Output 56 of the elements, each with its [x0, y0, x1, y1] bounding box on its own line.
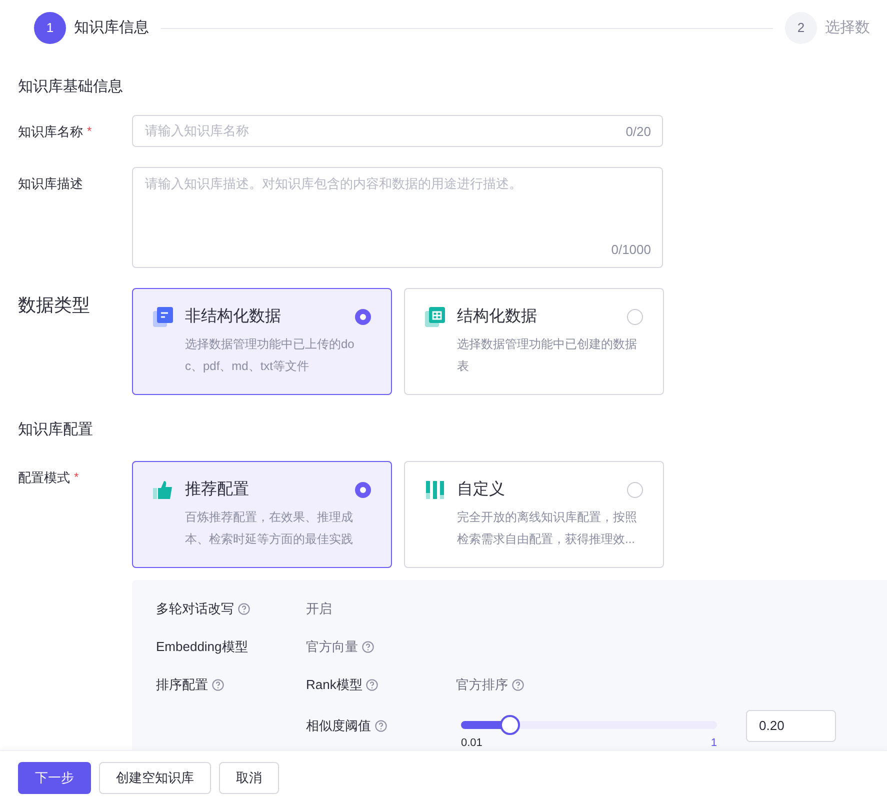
option-title: 结构化数据 [457, 306, 538, 326]
help-icon[interactable] [238, 603, 250, 615]
field-label: 配置模式 [18, 469, 70, 487]
slider[interactable] [461, 715, 717, 735]
required-mark: * [74, 469, 79, 486]
section-title: 知识库配置 [18, 420, 94, 440]
setting-label: 排序配置 [156, 676, 208, 694]
slider-thumb[interactable] [500, 715, 520, 735]
option-card[interactable]: 自定义 完全开放的离线知识库配置，按照检索需求自由配置，获得推理效... [404, 461, 664, 568]
radio-unchecked[interactable] [627, 482, 643, 498]
section-title: 知识库基础信息 [18, 77, 124, 97]
option-card[interactable]: 推荐配置 百炼推荐配置，在效果、推理成本、检索时延等方面的最佳实践 [132, 461, 392, 568]
setting-label: 相似度阈值 [306, 717, 371, 736]
step-number: 2 [785, 12, 817, 44]
option-description: 百炼推荐配置，在效果、推理成本、检索时延等方面的最佳实践 [185, 509, 354, 548]
radio-checked[interactable] [355, 482, 371, 498]
slider-min: 0.01 [461, 737, 482, 750]
document-icon [153, 306, 173, 326]
footer-button[interactable]: 创建空知识库 [99, 762, 211, 794]
help-icon[interactable] [375, 720, 387, 732]
option-title: 自定义 [457, 480, 506, 500]
option-description: 选择数据管理功能中已上传的doc、pdf、md、txt等文件 [185, 336, 356, 374]
field-label: 数据类型 [18, 294, 90, 316]
step-number: 1 [34, 12, 66, 44]
field-label: 知识库描述 [18, 174, 83, 192]
radio-checked[interactable] [355, 308, 371, 324]
help-icon[interactable] [512, 679, 524, 691]
option-title: 推荐配置 [185, 480, 250, 500]
setting-value: 开启 [306, 600, 332, 618]
option-description: 完全开放的离线知识库配置，按照检索需求自由配置，获得推理效... [457, 509, 638, 548]
help-icon[interactable] [212, 679, 224, 691]
setting-label: Embedding模型 [156, 638, 248, 656]
step-label: 选择数 [825, 18, 870, 38]
footer-button[interactable]: 下一步 [18, 762, 91, 794]
setting-value: 官方排序 [456, 676, 508, 694]
setting-label: Rank模型 [306, 676, 362, 694]
character-counter: 0/1000 [611, 241, 651, 259]
radio-unchecked[interactable] [627, 308, 643, 324]
table-icon [425, 306, 445, 326]
thumbs-up-icon [153, 480, 173, 500]
help-icon[interactable] [362, 641, 374, 653]
field-label: 知识库名称 [18, 122, 83, 140]
threshold-input[interactable]: 0.20 [746, 710, 836, 742]
character-counter: 0/20 [626, 122, 651, 140]
slider-max: 1 [710, 737, 717, 750]
bars-icon [425, 480, 445, 500]
setting-label: 多轮对话改写 [156, 600, 234, 618]
option-card[interactable]: 非结构化数据 选择数据管理功能中已上传的doc、pdf、md、txt等文件 [132, 288, 392, 394]
option-card[interactable]: 结构化数据 选择数据管理功能中已创建的数据表 [404, 288, 664, 394]
option-description: 选择数据管理功能中已创建的数据表 [457, 336, 638, 374]
footer-button[interactable]: 取消 [219, 762, 279, 794]
option-title: 非结构化数据 [185, 306, 282, 326]
setting-value: 官方向量 [306, 638, 358, 656]
step-label: 知识库信息 [74, 18, 149, 38]
help-icon[interactable] [366, 679, 378, 691]
required-mark: * [87, 122, 92, 140]
